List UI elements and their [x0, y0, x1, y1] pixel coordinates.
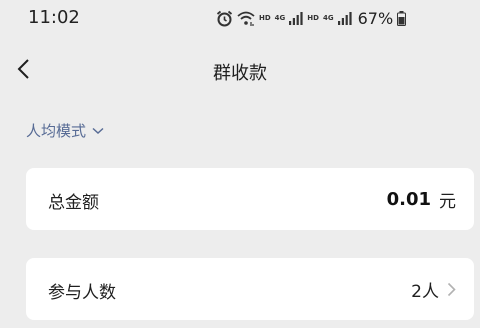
- chevron-down-icon: [92, 127, 104, 134]
- page-title: 群收款: [213, 63, 267, 84]
- navigation-bar: 群收款: [0, 44, 480, 94]
- status-icons: HD 4G HD 4G 67%: [216, 8, 407, 28]
- status-bar: 11:02 HD 4G HD 4G 67%: [0, 0, 480, 36]
- currency-unit: 元: [439, 191, 456, 212]
- total-amount-label: 总金额: [48, 193, 99, 213]
- mode-switch-dropdown[interactable]: 人均模式: [26, 120, 104, 141]
- signal-icon-2: [337, 11, 352, 25]
- network-type-label: 4G: [274, 13, 286, 22]
- total-amount-row[interactable]: 总金额 0.01 元: [26, 168, 474, 230]
- hd-label: HD: [259, 13, 271, 22]
- battery-percent: 67%: [357, 8, 394, 28]
- signal-icon: [289, 11, 303, 25]
- chevron-right-icon: [447, 282, 456, 296]
- participants-label: 参与人数: [48, 283, 116, 303]
- total-amount-value: 0.01: [386, 188, 431, 210]
- network-type-label-2: 4G: [322, 13, 334, 22]
- wifi-icon: [237, 11, 255, 26]
- hd-label-2: HD: [307, 13, 319, 22]
- battery-icon: [397, 10, 407, 26]
- participants-row[interactable]: 参与人数 2人: [26, 258, 474, 320]
- alarm-clock-icon: [216, 10, 233, 27]
- participants-count: 2人: [411, 281, 439, 302]
- status-time: 11:02: [28, 7, 80, 28]
- mode-switch-label: 人均模式: [26, 122, 87, 140]
